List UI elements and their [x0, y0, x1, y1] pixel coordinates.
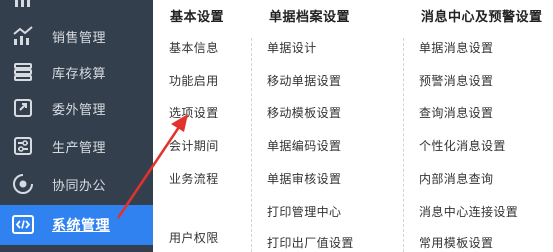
code-icon [11, 213, 35, 237]
link-feature-enable[interactable]: 功能启用 [169, 72, 219, 89]
link-accounting-period[interactable]: 会计期间 [169, 137, 219, 154]
link-query-message-settings[interactable]: 查询消息设置 [419, 104, 493, 121]
link-message-center-connection[interactable]: 消息中心连接设置 [419, 203, 518, 220]
inventory-icon [11, 60, 35, 84]
collaboration-icon [11, 172, 35, 196]
column-divider [403, 38, 404, 252]
link-personal-message-settings[interactable]: 个性化消息设置 [419, 137, 506, 154]
sidebar-item-label: 协同办公 [52, 178, 107, 194]
sidebar: 销售管理 库存核算 委外管理 生产管理 协同办公 系统管理 [0, 0, 153, 252]
link-print-default-settings[interactable]: 打印出厂值设置 [267, 234, 354, 251]
sidebar-item-production[interactable]: 生产管理 [0, 128, 153, 164]
link-business-flow[interactable]: 业务流程 [169, 170, 219, 187]
column-title-document-settings: 单据档案设置 [269, 10, 351, 25]
sidebar-item-inventory[interactable]: 库存核算 [0, 54, 153, 90]
link-document-code-settings[interactable]: 单据编码设置 [267, 137, 341, 154]
sidebar-item-collaboration[interactable]: 协同办公 [0, 166, 153, 202]
sidebar-item-label: 委外管理 [52, 102, 107, 118]
sidebar-item-sales[interactable]: 销售管理 [0, 18, 153, 54]
link-print-center[interactable]: 打印管理中心 [267, 203, 341, 220]
chart-icon [11, 0, 35, 12]
outsourcing-icon [11, 96, 35, 120]
link-document-design[interactable]: 单据设计 [267, 39, 317, 56]
column-title-message-center: 消息中心及预警设置 [421, 10, 543, 25]
sidebar-item-outsourcing[interactable]: 委外管理 [0, 90, 153, 126]
link-mobile-document-settings[interactable]: 移动单据设置 [267, 72, 341, 89]
sidebar-item-system[interactable]: 系统管理 [0, 205, 153, 245]
sidebar-item-label: 生产管理 [52, 140, 107, 156]
sales-chart-icon [11, 24, 35, 48]
column-title-basic-settings: 基本设置 [170, 10, 225, 25]
link-document-message-settings[interactable]: 单据消息设置 [419, 39, 493, 56]
sidebar-item-label: 销售管理 [52, 30, 107, 46]
link-mobile-template-settings[interactable]: 移动模板设置 [267, 104, 341, 121]
link-internal-message-query[interactable]: 内部消息查询 [419, 170, 493, 187]
sidebar-item-clipped[interactable] [0, 0, 153, 14]
link-document-review-settings[interactable]: 单据审核设置 [267, 170, 341, 187]
sidebar-item-label: 系统管理 [52, 218, 110, 234]
link-option-settings[interactable]: 选项设置 [169, 104, 219, 121]
sidebar-item-label: 库存核算 [52, 66, 107, 82]
production-icon [11, 134, 35, 158]
settings-menu-panel: 基本设置 基本信息 功能启用 选项设置 会计期间 业务流程 用户权限 单据档案设… [153, 0, 553, 252]
link-common-template-settings[interactable]: 常用模板设置 [419, 234, 493, 251]
link-user-permissions[interactable]: 用户权限 [169, 229, 219, 246]
column-divider [251, 38, 252, 252]
link-basic-info[interactable]: 基本信息 [169, 39, 219, 56]
link-alert-message-settings[interactable]: 预警消息设置 [419, 72, 493, 89]
